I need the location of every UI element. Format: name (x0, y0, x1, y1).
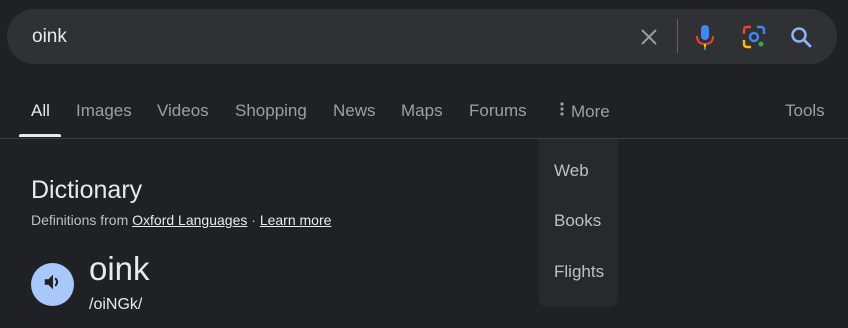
headword: oink (89, 250, 150, 287)
tools-button[interactable]: Tools (785, 101, 825, 121)
tab-maps[interactable]: Maps (401, 101, 443, 121)
dictionary-title: Dictionary (31, 176, 143, 204)
oxford-languages-link[interactable]: Oxford Languages (132, 212, 247, 228)
search-bar[interactable]: oink (7, 9, 837, 64)
search-icon[interactable] (787, 23, 815, 51)
lens-icon[interactable] (740, 23, 768, 51)
more-vert-icon (559, 101, 565, 122)
tab-forums[interactable]: Forums (469, 101, 527, 121)
clear-icon[interactable] (635, 23, 663, 51)
menu-item-books[interactable]: Books (554, 211, 601, 231)
tab-videos[interactable]: Videos (157, 101, 209, 121)
tab-more[interactable]: More (559, 101, 610, 122)
pronunciation-button[interactable] (31, 263, 74, 306)
tab-images[interactable]: Images (76, 101, 132, 121)
search-divider (677, 19, 678, 53)
more-label: More (571, 101, 610, 121)
tab-shopping[interactable]: Shopping (235, 101, 307, 121)
definitions-source-line: Definitions from Oxford Languages · Lear… (31, 212, 331, 228)
more-dropdown-menu: Web Books Flights (539, 139, 618, 307)
separator-dot: · (251, 212, 256, 228)
menu-item-web[interactable]: Web (554, 161, 589, 181)
phonetic-spelling: /oiNGk/ (89, 296, 143, 313)
definitions-prefix: Definitions from (31, 212, 129, 228)
tabs-divider (0, 138, 848, 139)
active-tab-indicator (19, 134, 61, 137)
search-tabs: All Images Videos Shopping News Maps For… (0, 88, 848, 138)
tab-all[interactable]: All (31, 101, 50, 121)
menu-item-flights[interactable]: Flights (554, 262, 604, 282)
search-input[interactable]: oink (32, 26, 67, 48)
speaker-icon (42, 271, 64, 298)
tab-news[interactable]: News (333, 101, 376, 121)
learn-more-link[interactable]: Learn more (260, 212, 332, 228)
mic-icon[interactable] (691, 23, 719, 51)
